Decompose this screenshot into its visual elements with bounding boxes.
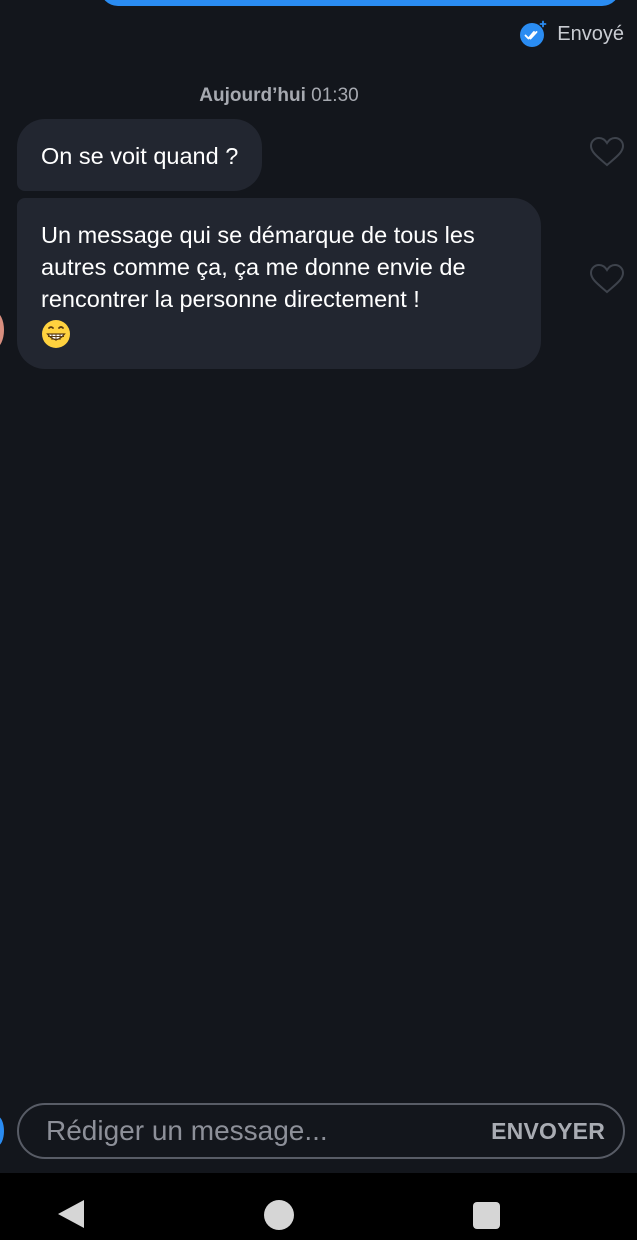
avatar[interactable] bbox=[0, 312, 4, 348]
back-icon[interactable] bbox=[58, 1200, 84, 1228]
sent-status: Envoyé bbox=[519, 20, 624, 48]
previous-sent-message-bubble[interactable] bbox=[100, 0, 620, 6]
system-navigation-bar bbox=[0, 1173, 637, 1240]
timestamp-day: Aujourd’hui bbox=[199, 85, 306, 106]
sent-label: Envoyé bbox=[557, 22, 624, 45]
like-heart-icon[interactable] bbox=[589, 263, 625, 295]
conversation-timestamp: Aujourd’hui 01:30 bbox=[0, 85, 558, 107]
double-check-icon bbox=[519, 20, 547, 48]
received-message-bubble[interactable]: Un message qui se démarque de tous les a… bbox=[17, 198, 541, 369]
message-composer: ENVOYER bbox=[17, 1103, 625, 1159]
received-message-bubble[interactable]: On se voit quand ? bbox=[17, 119, 263, 191]
recents-icon[interactable] bbox=[473, 1202, 500, 1229]
like-heart-icon[interactable] bbox=[589, 136, 625, 168]
message-text: On se voit quand ? bbox=[41, 143, 239, 169]
send-button[interactable]: ENVOYER bbox=[491, 1118, 605, 1145]
message-text: Un message qui se démarque de tous les a… bbox=[41, 222, 475, 312]
grinning-face-emoji-icon bbox=[41, 319, 71, 349]
message-input[interactable] bbox=[46, 1115, 466, 1147]
timestamp-time: 01:30 bbox=[311, 85, 359, 106]
home-icon[interactable] bbox=[264, 1200, 294, 1230]
attachment-button[interactable] bbox=[0, 1116, 4, 1146]
